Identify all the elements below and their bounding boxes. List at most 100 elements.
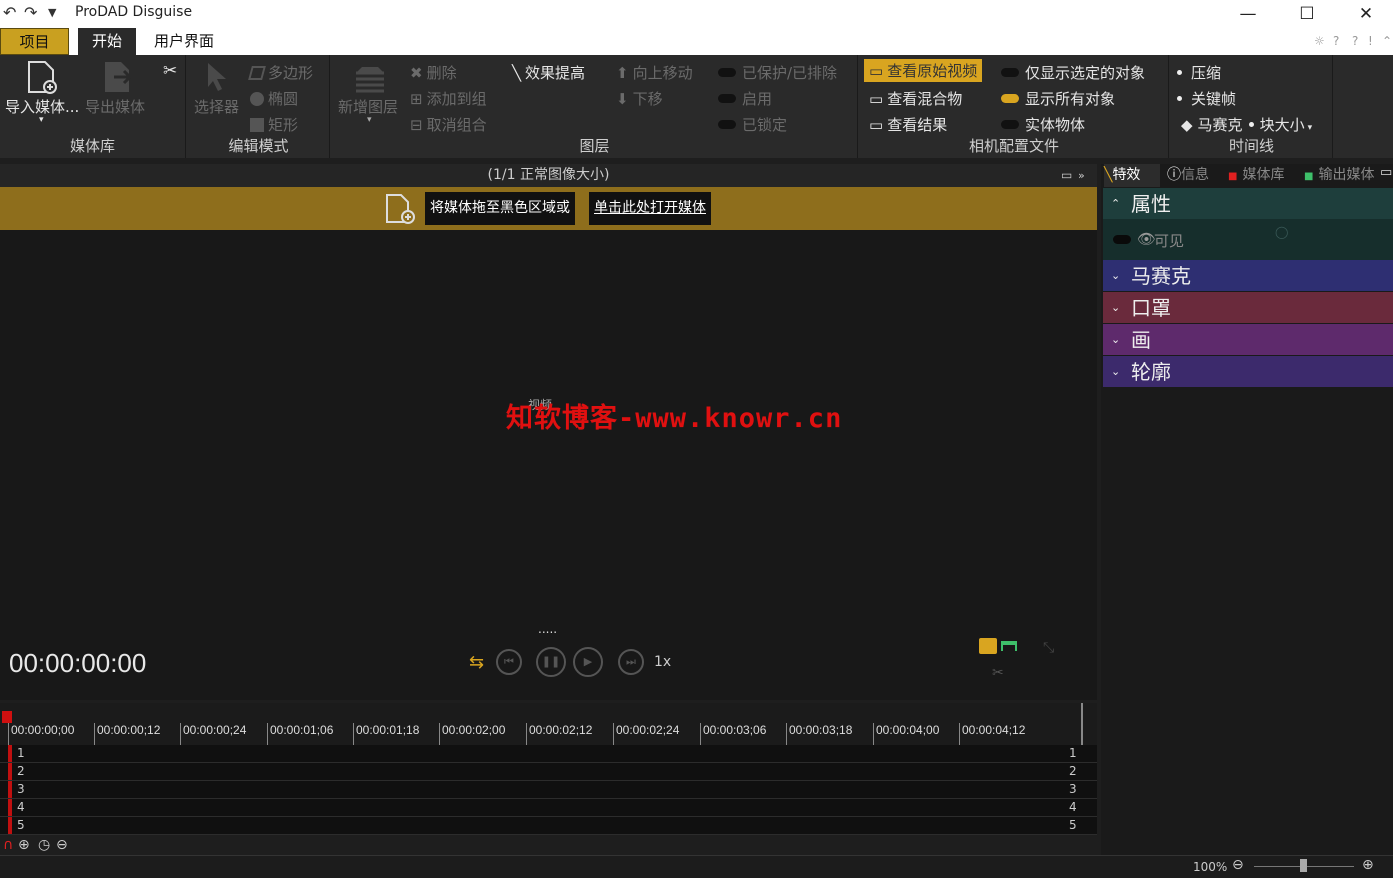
info-circle-icon: ⓘ (1167, 167, 1181, 183)
zoom-out-icon[interactable]: ⊖ (56, 837, 68, 853)
show-all-toggle[interactable]: 显示所有对象 (1001, 88, 1115, 109)
solid-toggle[interactable]: 实体物体 (1001, 114, 1085, 135)
magnet-icon[interactable]: ∩ (3, 837, 13, 853)
show-selected-toggle[interactable]: 仅显示选定的对象 (1001, 62, 1145, 83)
zoom-level: 100% (1193, 860, 1228, 874)
playhead-marker-icon[interactable] (2, 711, 12, 723)
pause-button[interactable]: ❚❚ (536, 647, 566, 677)
polygon-button[interactable]: 多边形 (248, 62, 313, 83)
video-viewer[interactable]: 视频 ..... (0, 230, 1097, 700)
ruler-tick: 00:00:03;06 (700, 723, 766, 745)
track-row[interactable]: 22 (0, 763, 1097, 781)
prev-frame-button[interactable]: ⏮ (496, 649, 522, 675)
view-original-button[interactable]: ▭ 查看原始视频 (864, 59, 983, 82)
effect-up-button[interactable]: ╲ 效果提高 (512, 62, 585, 83)
zoom-in-icon[interactable]: ⊕ (1362, 857, 1374, 873)
section-mask[interactable]: ⌄ 口罩 (1103, 292, 1393, 323)
timeline-tracks[interactable]: 11 22 33 44 55 (0, 745, 1097, 835)
rect-button[interactable]: 矩形 (250, 114, 298, 135)
resize-handle[interactable]: ..... (538, 622, 557, 636)
skip-back-icon: ⏮ (504, 655, 514, 668)
ungroup-button[interactable]: ⊟ 取消组合 (410, 114, 487, 135)
tab-output-media[interactable]: ■ 输出媒体 (1304, 164, 1378, 187)
zoom-in-icon[interactable]: ⊕ (18, 837, 30, 853)
tab-effects[interactable]: ╲特效 (1104, 164, 1160, 187)
timeline-ruler[interactable]: 00:00:00;00 00:00:00;12 00:00:00;24 00:0… (0, 703, 1097, 745)
cut-icon[interactable]: ✂ (992, 665, 1004, 681)
scissors-icon[interactable]: ✂ (163, 61, 177, 81)
zoom-slider-thumb[interactable] (1300, 859, 1307, 872)
timeline-end-marker[interactable] (1081, 703, 1083, 745)
quick-access-dropdown-icon[interactable]: ▼ (48, 6, 56, 19)
ruler-tick: 00:00:01;06 (267, 723, 333, 745)
selector-button[interactable]: 选择器 (194, 96, 239, 117)
move-up-button[interactable]: ⬆ 向上移动 (616, 62, 693, 83)
tab-ui[interactable]: 用户界面 (146, 28, 222, 55)
next-frame-button[interactable]: ⏭ (618, 649, 644, 675)
view-mix-button[interactable]: ▭ 查看混合物 (869, 88, 962, 109)
export-media-button[interactable]: 导出媒体 (85, 96, 145, 117)
marker-in-icon[interactable] (979, 638, 997, 654)
delete-layer-button[interactable]: ✖ 删除 (410, 62, 457, 83)
help-icon[interactable]: ? (1333, 34, 1339, 48)
collapse-ribbon-icon[interactable]: ⌃ (1382, 34, 1392, 48)
undo-icon[interactable]: ↶ (3, 3, 16, 22)
tab-media-library[interactable]: ■ 媒体库 (1228, 164, 1284, 187)
ellipse-button[interactable]: 椭圆 (250, 88, 298, 109)
play-button[interactable]: ▶ (573, 647, 603, 677)
redo-icon[interactable]: ↷ (24, 3, 37, 22)
view-result-button[interactable]: ▭ 查看结果 (869, 114, 947, 135)
protected-toggle[interactable]: 已保护/已排除 (718, 62, 837, 83)
toggle-icon (1001, 68, 1019, 77)
info2-icon[interactable]: ! (1368, 34, 1373, 48)
panel-maximize-icon[interactable]: ▭ (1380, 165, 1392, 180)
reset-icon[interactable]: ◯ (1275, 225, 1288, 239)
close-button[interactable]: ✕ (1343, 0, 1389, 28)
section-mosaic[interactable]: ⌄ 马赛克 (1103, 260, 1393, 291)
import-dropdown-icon[interactable]: ▾ (39, 115, 44, 125)
loop-icon[interactable]: ⇆ (469, 652, 484, 673)
ribbon-tab-row: 项目 开始 用户界面 ☼ ? ? ! ⌃ (0, 28, 1393, 55)
panel-chevron-icon[interactable]: » (1078, 164, 1085, 187)
plus-square-icon: ⊞ (410, 90, 423, 108)
maximize-panel-icon[interactable]: ▭ (1061, 164, 1072, 187)
minimize-button[interactable]: — (1225, 0, 1271, 28)
visible-toggle[interactable] (1113, 235, 1131, 244)
section-outline[interactable]: ⌄ 轮廓 (1103, 356, 1393, 387)
section-paint[interactable]: ⌄ 画 (1103, 324, 1393, 355)
section-properties[interactable]: ⌃ 属性 (1103, 188, 1393, 219)
tab-start[interactable]: 开始 (78, 28, 136, 55)
import-media-button[interactable]: 导入媒体... (5, 96, 79, 117)
track-row[interactable]: 44 (0, 799, 1097, 817)
delete-x-icon: ✖ (410, 64, 423, 82)
visible-row[interactable]: 👁 可见 ◯ (1103, 219, 1393, 260)
marker-out-icon[interactable] (1001, 641, 1017, 651)
track-row[interactable]: 55 (0, 817, 1097, 835)
clock-icon[interactable]: ◷ (38, 837, 50, 853)
toggle-icon (718, 120, 736, 129)
group-layer: 新增图层 ▾ ✖ 删除 ⊞ 添加到组 ⊟ 取消组合 ╲ 效果提高 ⬆ 向上移动 ⬇ 下移 已… (332, 55, 858, 158)
new-layer-dropdown-icon[interactable]: ▾ (367, 115, 372, 125)
add-to-group-button[interactable]: ⊞ 添加到组 (410, 88, 487, 109)
info-icon[interactable]: ? (1352, 34, 1358, 48)
new-layer-button[interactable]: 新增图层 (338, 96, 398, 117)
tab-project[interactable]: 项目 (0, 28, 69, 55)
track-row[interactable]: 11 (0, 745, 1097, 763)
keyframe-option[interactable]: 关键帧 (1171, 88, 1236, 109)
zoom-out-icon[interactable]: ⊖ (1232, 857, 1244, 873)
move-down-button[interactable]: ⬇ 下移 (616, 88, 663, 109)
pause-icon: ❚❚ (541, 655, 561, 668)
speed-label[interactable]: 1x (654, 654, 671, 670)
enable-toggle[interactable]: 启用 (718, 88, 772, 109)
mosaic-blocksize-option[interactable]: ◆ 马赛克 块大小 ▾ (1181, 114, 1312, 135)
tab-info[interactable]: ⓘ信息 (1167, 164, 1209, 187)
ruler-tick: 00:00:00;24 (180, 723, 246, 745)
compress-option[interactable]: 压缩 (1171, 62, 1221, 83)
open-media-link[interactable]: 单击此处打开媒体 (589, 192, 711, 225)
track-row[interactable]: 33 (0, 781, 1097, 799)
group-media-library: 导入媒体... ▾ 导出媒体 ✂ 媒体库 (0, 55, 186, 158)
maximize-button[interactable]: ☐ (1284, 0, 1330, 28)
settings-icon[interactable]: ☼ (1314, 34, 1325, 48)
fullscreen-icon[interactable]: ⤡ (1043, 640, 1054, 656)
locked-toggle[interactable]: 已锁定 (718, 114, 787, 135)
